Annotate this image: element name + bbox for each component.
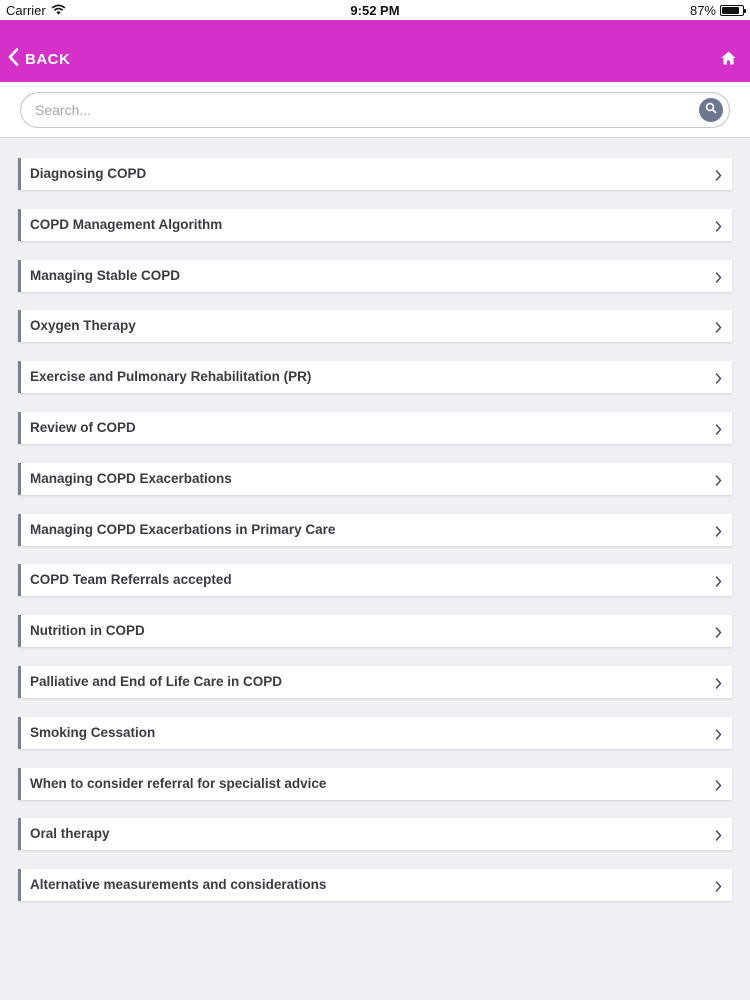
list-item-label: COPD Management Algorithm bbox=[30, 216, 223, 232]
list-item-label: Nutrition in COPD bbox=[30, 623, 145, 639]
list-item[interactable]: Managing COPD Exacerbations bbox=[18, 462, 732, 495]
chevron-right-icon bbox=[715, 727, 722, 745]
battery-icon bbox=[720, 5, 746, 16]
list-item[interactable]: Palliative and End of Life Care in COPD bbox=[18, 665, 732, 698]
chevron-right-icon bbox=[715, 574, 722, 592]
battery-group: 87% bbox=[689, 3, 746, 18]
list-item[interactable]: Oxygen Therapy bbox=[18, 310, 732, 343]
list-item[interactable]: Alternative measurements and considerati… bbox=[18, 869, 732, 902]
list-item[interactable]: Diagnosing COPD bbox=[18, 158, 732, 190]
nav-bar: BACK bbox=[0, 20, 750, 82]
list-item[interactable]: Smoking Cessation bbox=[18, 716, 732, 749]
battery-level bbox=[722, 7, 740, 14]
list-item-label: Oral therapy bbox=[30, 826, 110, 842]
list-item[interactable]: Managing COPD Exacerbations in Primary C… bbox=[18, 513, 732, 546]
chevron-right-icon bbox=[715, 879, 722, 897]
battery-percent: 87% bbox=[689, 3, 716, 18]
list-item-label: Exercise and Pulmonary Rehabilitation (P… bbox=[30, 369, 312, 385]
list-item-label: Diagnosing COPD bbox=[30, 166, 147, 181]
chevron-right-icon bbox=[715, 371, 722, 389]
chevron-right-icon bbox=[715, 168, 722, 186]
list-item-label: When to consider referral for specialist… bbox=[30, 775, 327, 791]
back-button[interactable]: BACK bbox=[8, 48, 70, 70]
chevron-right-icon bbox=[715, 422, 722, 440]
list-item-label: Managing Stable COPD bbox=[30, 267, 181, 283]
list-item-label: Managing COPD Exacerbations in Primary C… bbox=[30, 521, 336, 537]
search-box bbox=[20, 92, 730, 128]
list-item-label: Alternative measurements and considerati… bbox=[30, 877, 327, 893]
list-item[interactable]: Managing Stable COPD bbox=[18, 259, 732, 292]
chevron-right-icon bbox=[715, 625, 722, 643]
search-bar bbox=[0, 82, 750, 138]
chevron-right-icon bbox=[715, 524, 722, 542]
home-button[interactable] bbox=[721, 51, 736, 70]
status-time: 9:52 PM bbox=[350, 3, 400, 18]
list-item-label: Palliative and End of Life Care in COPD bbox=[30, 673, 283, 689]
back-label: BACK bbox=[25, 50, 71, 68]
chevron-right-icon bbox=[715, 219, 722, 237]
chevron-right-icon bbox=[715, 828, 722, 846]
list-item[interactable]: Oral therapy bbox=[18, 818, 732, 851]
search-button[interactable] bbox=[699, 98, 723, 122]
list-item[interactable]: When to consider referral for specialist… bbox=[18, 767, 732, 800]
chevron-right-icon bbox=[715, 473, 722, 491]
list-item[interactable]: Review of COPD bbox=[18, 411, 732, 444]
search-input[interactable] bbox=[35, 93, 675, 127]
list-item-label: Managing COPD Exacerbations bbox=[30, 470, 232, 486]
list-item-label: Oxygen Therapy bbox=[30, 318, 136, 334]
chevron-left-icon bbox=[8, 48, 25, 70]
list-item[interactable]: COPD Management Algorithm bbox=[18, 208, 732, 241]
list-item-label: Review of COPD bbox=[30, 419, 136, 435]
chevron-right-icon bbox=[715, 778, 722, 796]
chevron-right-icon bbox=[715, 320, 722, 338]
list-item[interactable]: Exercise and Pulmonary Rehabilitation (P… bbox=[18, 361, 732, 394]
menu-list: Diagnosing COPD COPD Management Algorithm… bbox=[18, 158, 732, 920]
list-item[interactable]: Nutrition in COPD bbox=[18, 615, 732, 648]
search-icon bbox=[705, 101, 717, 119]
list-item[interactable]: COPD Team Referrals accepted bbox=[18, 564, 732, 597]
list-item-label: COPD Team Referrals accepted bbox=[30, 572, 232, 588]
chevron-right-icon bbox=[715, 676, 722, 694]
status-bar: Carrier 9:52 PM 87% bbox=[0, 0, 750, 20]
home-icon bbox=[721, 51, 736, 69]
list-item-label: Smoking Cessation bbox=[30, 724, 156, 740]
chevron-right-icon bbox=[715, 270, 722, 288]
